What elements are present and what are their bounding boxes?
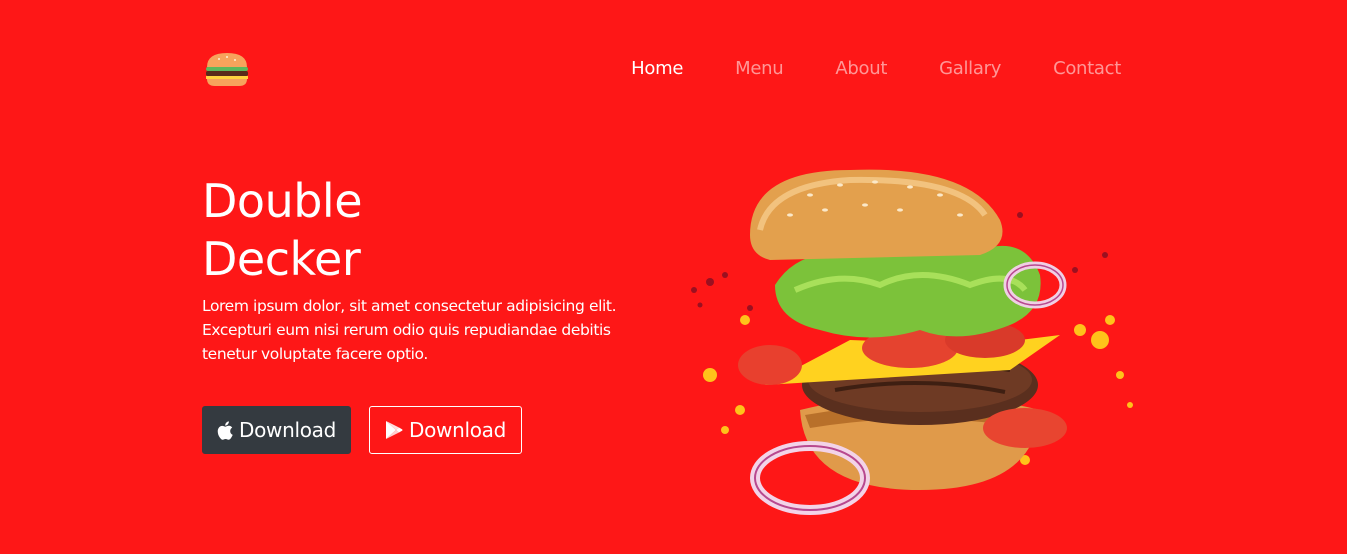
hero-description: Lorem ipsum dolor, sit amet consectetur … — [202, 297, 617, 363]
play-store-download-button[interactable]: Download — [369, 406, 522, 454]
apple-download-label: Download — [238, 418, 336, 442]
hero-title: Double Decker — [202, 172, 363, 288]
nav-home[interactable]: Home — [631, 58, 683, 79]
main-nav: Home Menu About Gallary Contact — [631, 58, 1121, 79]
play-store-download-label: Download — [408, 418, 506, 442]
nav-about[interactable]: About — [835, 58, 887, 79]
nav-contact[interactable]: Contact — [1053, 58, 1121, 79]
burger-logo-icon[interactable] — [203, 51, 251, 87]
nav-menu[interactable]: Menu — [735, 58, 784, 79]
burger-image — [680, 160, 1150, 530]
apple-download-button[interactable]: Download — [202, 406, 351, 454]
play-store-icon — [385, 420, 403, 440]
hero-title-line1: Double — [202, 174, 363, 228]
nav-gallery[interactable]: Gallary — [939, 58, 1001, 79]
hero-title-line2: Decker — [202, 232, 361, 286]
apple-icon — [217, 420, 233, 440]
